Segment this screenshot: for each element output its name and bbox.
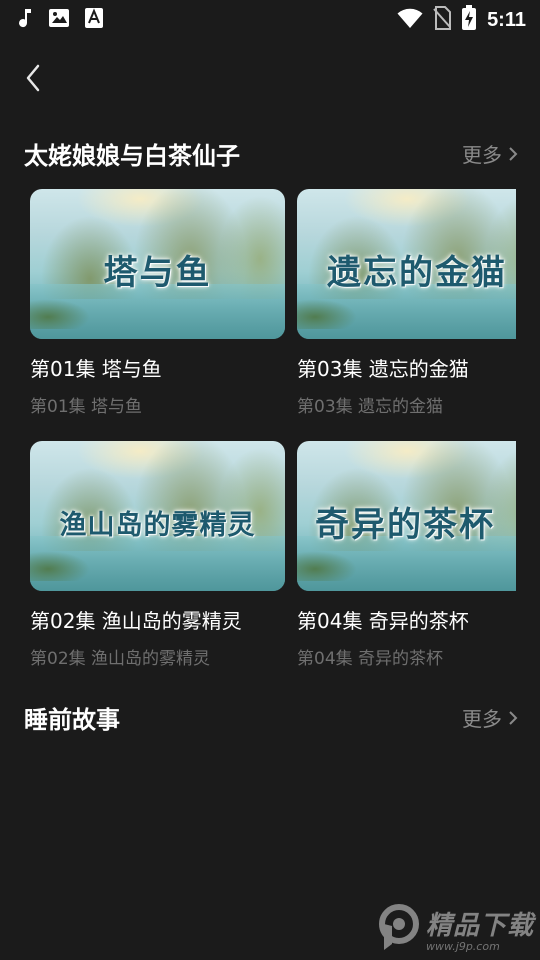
episode-thumbnail: 渔山岛的雾精灵 [30,441,285,591]
episode-subtitle: 第01集 塔与鱼 [30,397,143,417]
thumbnail-title: 遗忘的金猫 [327,253,507,293]
section-title: 睡前故事 [24,706,120,734]
episode-thumbnail: 遗忘的金猫 [297,189,516,339]
episode-card[interactable]: 渔山岛的雾精灵 第02集 渔山岛的雾精灵 第02集 渔山岛的雾精灵 [30,441,285,669]
thumbnail-title: 渔山岛的雾精灵 [59,510,256,541]
more-label: 更多 [462,707,502,731]
watermark-name: 精品下载 [425,911,534,941]
episode-card[interactable]: 遗忘的金猫 第03集 遗忘的金猫 第03集 遗忘的金猫 [297,189,516,417]
section-header: 睡前故事 更多 [24,700,518,735]
episode-card[interactable]: 塔与鱼 第01集 塔与鱼 第01集 塔与鱼 [30,189,285,417]
episode-thumbnail: 奇异的茶杯 [297,441,516,591]
episode-title: 第02集 渔山岛的雾精灵 [30,609,242,633]
more-button[interactable]: 更多 [462,703,518,732]
watermark-url: www.j9p.com [425,940,500,953]
episode-thumbnail: 塔与鱼 [30,189,285,339]
episode-title: 第04集 奇异的茶杯 [297,609,469,633]
watermark-logo-icon [378,904,419,950]
thumbnail-title: 奇异的茶杯 [315,505,495,545]
watermark: 精品下载 www.j9p.com [372,904,534,954]
episode-card[interactable]: 奇异的茶杯 第04集 奇异的茶杯 第04集 奇异的茶杯 [297,441,516,669]
episode-subtitle: 第03集 遗忘的金猫 [297,397,444,417]
thumbnail-title: 塔与鱼 [103,253,212,293]
episode-subtitle: 第02集 渔山岛的雾精灵 [30,649,211,669]
episode-title: 第01集 塔与鱼 [30,357,162,381]
chevron-right-icon [509,710,518,725]
episode-title: 第03集 遗忘的金猫 [297,357,469,381]
episode-subtitle: 第04集 奇异的茶杯 [297,649,444,669]
episode-grid: 塔与鱼 第01集 塔与鱼 第01集 塔与鱼 遗忘的金猫 第03集 遗忘的金猫 第… [0,0,516,960]
